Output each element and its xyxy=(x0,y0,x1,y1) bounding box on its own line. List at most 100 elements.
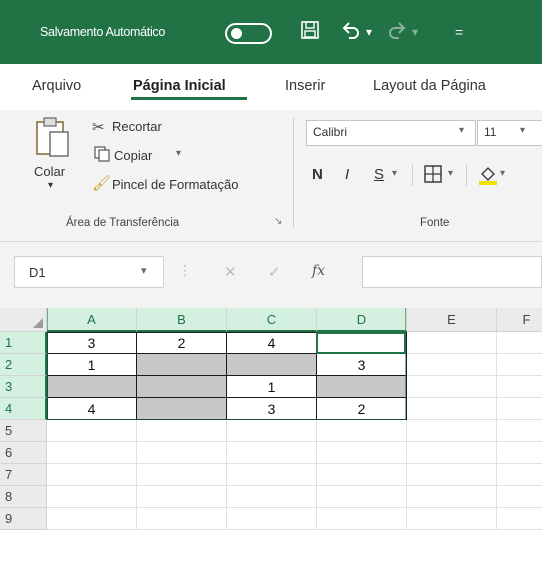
row-header-9[interactable]: 9 xyxy=(0,508,47,530)
borders-dropdown-icon[interactable]: ▾ xyxy=(448,168,453,179)
cell-f5[interactable] xyxy=(497,420,542,442)
cell-d9[interactable] xyxy=(317,508,407,530)
cell-b2[interactable] xyxy=(137,354,227,376)
cell-c5[interactable] xyxy=(227,420,317,442)
insert-function-button[interactable]: fx xyxy=(312,263,325,279)
select-all-button[interactable] xyxy=(0,308,47,332)
cell-a1[interactable]: 3 xyxy=(47,332,137,354)
cell-c2[interactable] xyxy=(227,354,317,376)
cell-a4[interactable]: 4 xyxy=(47,398,137,420)
cell-e3[interactable] xyxy=(407,376,497,398)
cell-d8[interactable] xyxy=(317,486,407,508)
format-painter-button[interactable]: Pincel de Formatação xyxy=(112,177,238,192)
cell-b6[interactable] xyxy=(137,442,227,464)
cell-e9[interactable] xyxy=(407,508,497,530)
customize-qat-icon[interactable]: = xyxy=(455,20,463,44)
cell-c3[interactable]: 1 xyxy=(227,376,317,398)
cell-b5[interactable] xyxy=(137,420,227,442)
copy-button[interactable]: Copiar xyxy=(114,148,152,163)
bold-button[interactable]: N xyxy=(312,166,323,183)
clipboard-launcher-icon[interactable]: ↘ xyxy=(274,216,282,227)
row-header-1[interactable]: 1 xyxy=(0,332,47,354)
cell-b1[interactable]: 2 xyxy=(137,332,227,354)
cell-a8[interactable] xyxy=(47,486,137,508)
cancel-icon[interactable]: ✕ xyxy=(224,263,237,281)
row-header-4[interactable]: 4 xyxy=(0,398,47,420)
paste-dropdown-icon[interactable]: ▾ xyxy=(48,180,53,191)
cell-d1[interactable] xyxy=(317,332,407,354)
cut-button[interactable]: Recortar xyxy=(112,119,162,134)
cell-a5[interactable] xyxy=(47,420,137,442)
cell-d2[interactable]: 3 xyxy=(317,354,407,376)
cell-f7[interactable] xyxy=(497,464,542,486)
cell-a6[interactable] xyxy=(47,442,137,464)
autosave-toggle[interactable] xyxy=(225,23,272,44)
row-header-3[interactable]: 3 xyxy=(0,376,47,398)
column-header-c[interactable]: C xyxy=(227,308,317,332)
redo-dropdown-icon[interactable]: ▾ xyxy=(412,20,418,44)
cell-b7[interactable] xyxy=(137,464,227,486)
cell-a7[interactable] xyxy=(47,464,137,486)
cell-b8[interactable] xyxy=(137,486,227,508)
enter-icon[interactable]: ✓ xyxy=(268,263,281,281)
cell-e6[interactable] xyxy=(407,442,497,464)
name-box[interactable]: D1 ▾ xyxy=(14,256,164,288)
worksheet-grid[interactable]: ABCDEF 123456789 324131432 xyxy=(0,308,542,579)
paste-button[interactable]: Colar xyxy=(34,164,65,179)
cell-f9[interactable] xyxy=(497,508,542,530)
column-header-d[interactable]: D xyxy=(317,308,407,332)
cell-f1[interactable] xyxy=(497,332,542,354)
column-header-e[interactable]: E xyxy=(407,308,497,332)
column-header-f[interactable]: F xyxy=(497,308,542,332)
paste-icon[interactable] xyxy=(34,114,72,165)
cell-c6[interactable] xyxy=(227,442,317,464)
tab-pagina-inicial[interactable]: Página Inicial xyxy=(133,78,226,94)
cell-c8[interactable] xyxy=(227,486,317,508)
copy-dropdown-icon[interactable]: ▾ xyxy=(176,148,181,159)
cell-a3[interactable] xyxy=(47,376,137,398)
underline-button[interactable]: S xyxy=(374,166,384,183)
cell-a2[interactable]: 1 xyxy=(47,354,137,376)
cell-b3[interactable] xyxy=(137,376,227,398)
formula-input[interactable] xyxy=(362,256,542,288)
undo-dropdown-icon[interactable]: ▾ xyxy=(366,20,372,44)
cell-b9[interactable] xyxy=(137,508,227,530)
font-size-select[interactable]: 11 ▾ xyxy=(477,120,542,146)
save-icon[interactable] xyxy=(300,20,320,46)
borders-icon[interactable] xyxy=(424,165,442,188)
format-painter-icon[interactable]: 🖌 xyxy=(92,174,111,192)
fill-color-dropdown-icon[interactable]: ▾ xyxy=(500,168,505,179)
cell-f8[interactable] xyxy=(497,486,542,508)
cell-d5[interactable] xyxy=(317,420,407,442)
more-options-icon[interactable]: ⋮ xyxy=(178,262,192,279)
tab-layout-da-pagina[interactable]: Layout da Página xyxy=(373,78,486,94)
chevron-down-icon[interactable]: ▾ xyxy=(141,264,147,277)
column-header-a[interactable]: A xyxy=(47,308,137,332)
cell-e1[interactable] xyxy=(407,332,497,354)
font-name-select[interactable]: Calibri ▾ xyxy=(306,120,476,146)
cell-d3[interactable] xyxy=(317,376,407,398)
row-header-7[interactable]: 7 xyxy=(0,464,47,486)
row-header-5[interactable]: 5 xyxy=(0,420,47,442)
cell-c9[interactable] xyxy=(227,508,317,530)
cell-e2[interactable] xyxy=(407,354,497,376)
cell-e7[interactable] xyxy=(407,464,497,486)
cell-f3[interactable] xyxy=(497,376,542,398)
cell-d7[interactable] xyxy=(317,464,407,486)
tab-inserir[interactable]: Inserir xyxy=(285,78,325,94)
cell-c1[interactable]: 4 xyxy=(227,332,317,354)
italic-button[interactable]: I xyxy=(345,166,349,183)
cell-e8[interactable] xyxy=(407,486,497,508)
cell-d6[interactable] xyxy=(317,442,407,464)
tab-arquivo[interactable]: Arquivo xyxy=(32,78,81,94)
redo-icon[interactable] xyxy=(386,20,408,48)
cut-icon[interactable]: ✂ xyxy=(92,118,105,136)
row-header-8[interactable]: 8 xyxy=(0,486,47,508)
cell-e4[interactable] xyxy=(407,398,497,420)
cell-e5[interactable] xyxy=(407,420,497,442)
cell-a9[interactable] xyxy=(47,508,137,530)
underline-dropdown-icon[interactable]: ▾ xyxy=(392,168,397,179)
column-header-b[interactable]: B xyxy=(137,308,227,332)
cell-c7[interactable] xyxy=(227,464,317,486)
copy-icon[interactable] xyxy=(94,146,110,167)
